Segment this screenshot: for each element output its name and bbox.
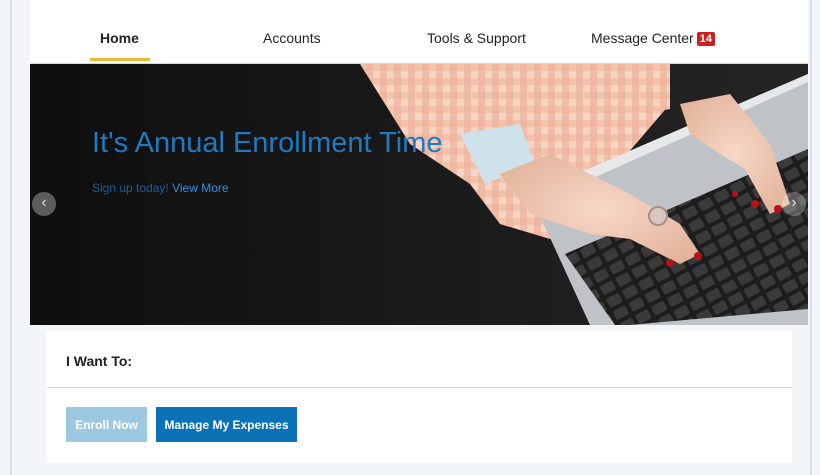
rail-line xyxy=(810,0,812,475)
nav-message-center-label: Message Center xyxy=(591,30,694,46)
manage-expenses-button[interactable]: Manage My Expenses xyxy=(156,407,297,442)
active-tab-underline xyxy=(90,58,150,61)
hero-title: It's Annual Enrollment Time xyxy=(92,127,443,159)
nav-home[interactable]: Home xyxy=(100,30,139,46)
page-frame: Home Accounts Tools & Support Message Ce… xyxy=(30,0,808,475)
panel-divider xyxy=(46,387,792,388)
panel-title: I Want To: xyxy=(66,353,133,369)
view-more-link[interactable]: View More xyxy=(172,181,228,195)
hero-banner: It's Annual Enrollment Time Sign up toda… xyxy=(30,64,808,325)
carousel-prev-icon[interactable]: ‹ xyxy=(32,192,56,216)
nav-accounts[interactable]: Accounts xyxy=(263,30,321,46)
top-nav: Home Accounts Tools & Support Message Ce… xyxy=(30,0,808,64)
hero-subtitle: Sign up today! View More xyxy=(92,181,229,195)
rail-line xyxy=(10,0,12,475)
enroll-now-button[interactable]: Enroll Now xyxy=(66,407,147,442)
nav-message-center[interactable]: Message Center 14 xyxy=(591,30,715,46)
message-count-badge: 14 xyxy=(696,32,715,46)
lower-section: I Want To: Enroll Now Manage My Expenses xyxy=(30,325,808,475)
left-rail xyxy=(0,0,30,475)
hero-subtitle-text: Sign up today! xyxy=(92,181,169,195)
i-want-to-panel: I Want To: Enroll Now Manage My Expenses xyxy=(46,331,792,463)
nav-tools-support[interactable]: Tools & Support xyxy=(427,30,526,46)
right-rail xyxy=(808,0,820,475)
carousel-next-icon[interactable]: › xyxy=(782,192,806,216)
